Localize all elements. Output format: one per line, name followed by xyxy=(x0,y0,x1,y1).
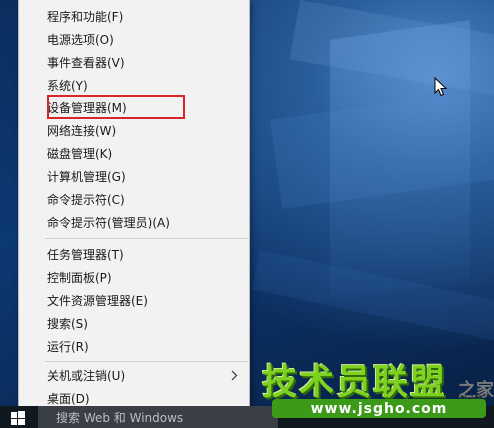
menu-item-file-explorer[interactable]: 文件资源管理器(E) xyxy=(19,289,249,312)
menu-item-label: 程序和功能(F) xyxy=(47,10,124,24)
menu-separator xyxy=(45,238,248,239)
menu-item-power-options[interactable]: 电源选项(O) xyxy=(19,28,249,51)
menu-item-label: 计算机管理(G) xyxy=(47,170,126,184)
menu-item-label: 命令提示符(管理员)(A) xyxy=(47,216,170,230)
menu-item-search[interactable]: 搜索(S) xyxy=(19,312,249,335)
winx-context-menu: 程序和功能(F) 电源选项(O) 事件查看器(V) 系统(Y) 设备管理器(M)… xyxy=(18,0,250,413)
menu-item-programs-features[interactable]: 程序和功能(F) xyxy=(19,5,249,28)
chevron-right-icon xyxy=(231,370,238,381)
mouse-cursor-icon xyxy=(434,77,448,97)
menu-item-label: 电源选项(O) xyxy=(47,33,114,47)
watermark-title: 技术员联盟 xyxy=(262,363,448,403)
menu-item-label: 关机或注销(U) xyxy=(47,369,126,383)
windows-start-icon[interactable] xyxy=(10,410,26,426)
search-placeholder: 搜索 Web 和 Windows xyxy=(56,410,184,425)
watermark-url: www.jsgho.com xyxy=(272,399,486,418)
menu-item-label: 事件查看器(V) xyxy=(47,56,125,70)
menu-item-label: 网络连接(W) xyxy=(47,124,117,138)
menu-item-label: 任务管理器(T) xyxy=(47,248,124,262)
menu-item-disk-management[interactable]: 磁盘管理(K) xyxy=(19,142,249,165)
menu-item-run[interactable]: 运行(R) xyxy=(19,335,249,358)
menu-item-command-prompt-admin[interactable]: 命令提示符(管理员)(A) xyxy=(19,211,249,234)
menu-item-label: 搜索(S) xyxy=(47,317,88,331)
menu-item-network-connections[interactable]: 网络连接(W) xyxy=(19,119,249,142)
menu-item-system[interactable]: 系统(Y) xyxy=(19,74,249,97)
menu-item-command-prompt[interactable]: 命令提示符(C) xyxy=(19,188,249,211)
menu-item-label: 系统(Y) xyxy=(47,79,88,93)
menu-item-event-viewer[interactable]: 事件查看器(V) xyxy=(19,51,249,74)
menu-separator xyxy=(45,361,248,362)
menu-item-shutdown-signout[interactable]: 关机或注销(U) xyxy=(19,364,249,387)
watermark-logo: 技术员联盟 之家 JIA.NET www.jsgho.com xyxy=(258,354,494,424)
menu-item-label: 桌面(D) xyxy=(47,392,90,406)
menu-item-label: 控制面板(P) xyxy=(47,271,112,285)
menu-item-label: 运行(R) xyxy=(47,340,89,354)
highlight-box-device-manager xyxy=(47,95,185,119)
menu-item-task-manager[interactable]: 任务管理器(T) xyxy=(19,243,249,266)
menu-item-label: 磁盘管理(K) xyxy=(47,147,113,161)
taskbar-search-box[interactable]: 搜索 Web 和 Windows xyxy=(38,406,278,428)
menu-item-label: 文件资源管理器(E) xyxy=(47,294,148,308)
menu-item-label: 命令提示符(C) xyxy=(47,193,125,207)
menu-item-control-panel[interactable]: 控制面板(P) xyxy=(19,266,249,289)
menu-item-computer-management[interactable]: 计算机管理(G) xyxy=(19,165,249,188)
